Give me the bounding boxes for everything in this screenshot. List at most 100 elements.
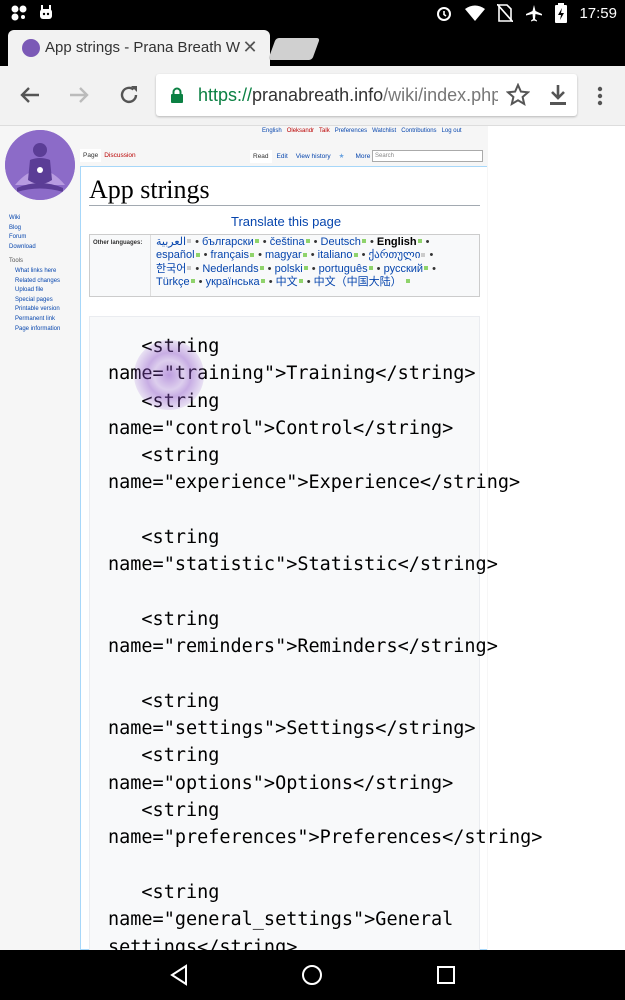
- status-dot: [353, 252, 358, 257]
- wiki-search-input[interactable]: Search: [372, 150, 483, 162]
- language-link[interactable]: English: [262, 128, 282, 134]
- sidebar-item-special-pages[interactable]: Special pages: [9, 296, 60, 306]
- no-sim-icon: [497, 4, 514, 22]
- language-link-czech[interactable]: čeština: [270, 236, 305, 248]
- sidebar-item-related-changes[interactable]: Related changes: [9, 277, 60, 287]
- watch-star-icon[interactable]: ★: [336, 149, 348, 163]
- notification-icon: [11, 5, 27, 21]
- new-tab-button[interactable]: [267, 38, 321, 60]
- language-link-chinese-mainland[interactable]: 中文（中国大陆）: [314, 276, 402, 288]
- code-line: settings</string>: [108, 936, 298, 950]
- alarm-icon: [437, 7, 452, 21]
- tab-discussion[interactable]: Discussion: [101, 149, 138, 162]
- personal-tools: English Oleksandr Talk Preferences Watch…: [262, 128, 462, 134]
- tab-page[interactable]: Page: [80, 149, 102, 162]
- view-tabs: Read Edit View history ★ More ▾: [250, 149, 381, 163]
- user-link[interactable]: Oleksandr: [287, 128, 314, 134]
- status-dot: [361, 239, 366, 244]
- contributions-link[interactable]: Contributions: [401, 128, 436, 134]
- prana-favicon-icon: [22, 39, 40, 57]
- language-link-spanish[interactable]: español: [156, 249, 195, 261]
- back-arrow-icon[interactable]: [17, 82, 43, 108]
- home-icon[interactable]: [300, 963, 324, 987]
- recents-icon[interactable]: [434, 963, 458, 987]
- code-line: <string: [108, 881, 220, 903]
- overflow-menu-icon[interactable]: [590, 84, 610, 108]
- watchlist-link[interactable]: Watchlist: [372, 128, 396, 134]
- sidebar-item-download[interactable]: Download: [9, 243, 60, 253]
- sidebar-item-blog[interactable]: Blog: [9, 224, 60, 234]
- status-dot: [417, 239, 422, 244]
- language-link-italian[interactable]: italiano: [318, 249, 353, 261]
- touch-indicator: [134, 340, 204, 410]
- status-dot: [302, 252, 307, 257]
- language-link-hungarian[interactable]: magyar: [265, 249, 302, 261]
- code-line: <string: [108, 745, 220, 767]
- bookmark-star-icon[interactable]: [506, 83, 530, 107]
- sidebar-item-what-links-here[interactable]: What links here: [9, 267, 60, 277]
- battery-charging-icon: [555, 3, 568, 23]
- code-block: <stringname="training">Training</string>…: [89, 316, 542, 950]
- reload-icon[interactable]: [116, 82, 142, 108]
- language-link-chinese[interactable]: 中文: [276, 276, 298, 288]
- status-dot: [195, 252, 200, 257]
- content-area: App strings Translate this page Other la…: [80, 166, 542, 950]
- sidebar-item-page-information[interactable]: Page information: [9, 325, 60, 335]
- language-row: العربية • български • čeština • Deutsch …: [156, 236, 430, 248]
- sidebar-item-upload-file[interactable]: Upload file: [9, 286, 60, 296]
- code-line: <string: [108, 527, 220, 549]
- language-link-french[interactable]: français: [211, 249, 250, 261]
- tab-edit[interactable]: Edit: [274, 150, 291, 163]
- language-link-bulgarian[interactable]: български: [202, 236, 254, 248]
- translate-this-page-link[interactable]: Translate this page: [231, 214, 341, 229]
- sidebar-item-printable-version[interactable]: Printable version: [9, 305, 60, 315]
- status-dot: [424, 265, 429, 270]
- tab-view-history[interactable]: View history: [293, 150, 334, 163]
- tab-title: App strings - Prana Breath W: [45, 39, 241, 56]
- language-row: Türkçe • українська • 中文 • 中文（中国大陆）: [156, 276, 476, 289]
- language-link-portuguese[interactable]: português: [319, 263, 368, 275]
- page-title: App strings: [89, 175, 210, 204]
- sidebar-item-wiki[interactable]: Wiki: [9, 214, 60, 224]
- language-link-arabic[interactable]: العربية: [156, 236, 186, 248]
- wifi-icon: [465, 5, 486, 21]
- forward-arrow-icon[interactable]: [66, 82, 92, 108]
- wiki-page: Wiki Blog Forum Download Tools What link…: [0, 126, 542, 950]
- close-tab-icon[interactable]: ✕: [241, 37, 259, 57]
- code-line: name="control">Control</string>: [108, 417, 454, 439]
- language-row: español • français • magyar • italiano •…: [156, 249, 434, 262]
- sidebar-item-forum[interactable]: Forum: [9, 233, 60, 243]
- status-dot: [305, 239, 310, 244]
- code-line: name="options">Options</string>: [108, 772, 454, 794]
- logout-link[interactable]: Log out: [442, 128, 462, 134]
- language-link-german[interactable]: Deutsch: [321, 236, 361, 248]
- download-icon[interactable]: [547, 83, 569, 107]
- sidebar-item-permanent-link[interactable]: Permanent link: [9, 315, 60, 325]
- talk-link[interactable]: Talk: [319, 128, 330, 134]
- address-bar[interactable]: https://pranabreath.info/wiki/index.php?: [156, 74, 577, 116]
- language-link-polish[interactable]: polski: [275, 263, 303, 275]
- status-bar: 17:59: [0, 0, 625, 28]
- prana-logo-icon[interactable]: [5, 130, 75, 200]
- status-dot: [254, 239, 259, 244]
- language-link-georgian[interactable]: ქართული: [369, 249, 421, 261]
- language-link-korean[interactable]: 한국어: [156, 263, 186, 275]
- lock-icon: [171, 87, 183, 103]
- code-line: <string: [108, 445, 220, 467]
- language-link-turkish[interactable]: Türkçe: [156, 276, 190, 288]
- language-link-dutch[interactable]: Nederlands: [202, 263, 258, 275]
- code-text: <stringname="training">Training</string>…: [108, 333, 542, 950]
- status-dot: [187, 239, 192, 244]
- tab-app-strings[interactable]: App strings - Prana Breath W ✕: [8, 30, 270, 66]
- code-line: name="reminders">Reminders</string>: [108, 636, 498, 658]
- language-link-ukrainian[interactable]: українська: [206, 276, 260, 288]
- language-link-russian[interactable]: русский: [384, 263, 423, 275]
- preferences-link[interactable]: Preferences: [335, 128, 367, 134]
- tab-read[interactable]: Read: [250, 149, 272, 163]
- status-dot: [303, 265, 308, 270]
- back-icon[interactable]: [167, 963, 191, 987]
- code-line: name="experience">Experience</string>: [108, 472, 521, 494]
- language-current-english: English: [376, 236, 417, 248]
- status-dot: [187, 265, 192, 270]
